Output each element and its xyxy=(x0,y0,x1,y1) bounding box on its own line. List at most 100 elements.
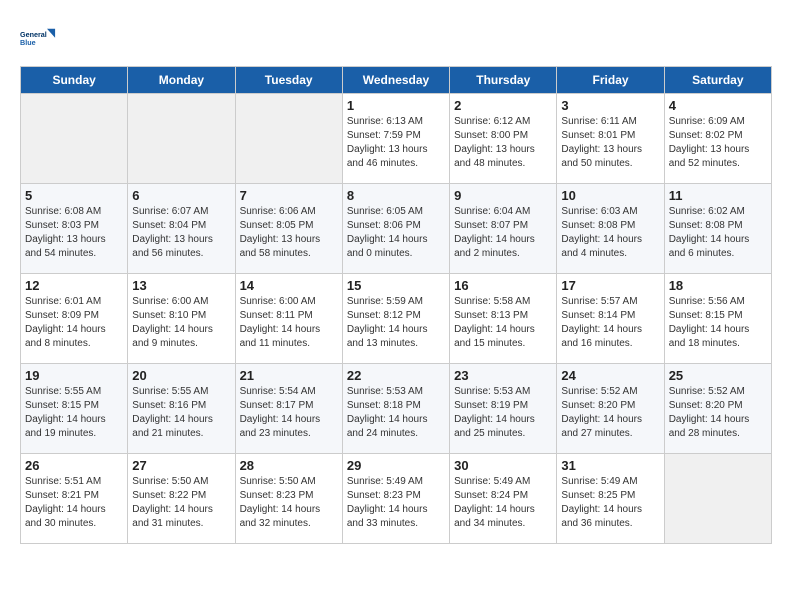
day-number: 13 xyxy=(132,278,230,293)
day-cell xyxy=(664,454,771,544)
day-cell: 19 Sunrise: 5:55 AM Sunset: 8:15 PM Dayli… xyxy=(21,364,128,454)
calendar-body: 1 Sunrise: 6:13 AM Sunset: 7:59 PM Daylig… xyxy=(21,94,772,544)
day-info: Sunrise: 6:09 AM Sunset: 8:02 PM Dayligh… xyxy=(669,115,767,171)
header-cell-friday: Friday xyxy=(557,67,664,94)
day-number: 19 xyxy=(25,368,123,383)
day-cell: 2 Sunrise: 6:12 AM Sunset: 8:00 PM Daylig… xyxy=(450,94,557,184)
day-info: Sunrise: 5:58 AM Sunset: 8:13 PM Dayligh… xyxy=(454,295,552,351)
day-cell: 13 Sunrise: 6:00 AM Sunset: 8:10 PM Dayli… xyxy=(128,274,235,364)
header-cell-wednesday: Wednesday xyxy=(342,67,449,94)
day-info: Sunrise: 5:55 AM Sunset: 8:15 PM Dayligh… xyxy=(25,385,123,441)
day-number: 20 xyxy=(132,368,230,383)
day-cell: 29 Sunrise: 5:49 AM Sunset: 8:23 PM Dayli… xyxy=(342,454,449,544)
day-cell: 16 Sunrise: 5:58 AM Sunset: 8:13 PM Dayli… xyxy=(450,274,557,364)
day-number: 3 xyxy=(561,98,659,113)
day-number: 11 xyxy=(669,188,767,203)
day-cell: 14 Sunrise: 6:00 AM Sunset: 8:11 PM Dayli… xyxy=(235,274,342,364)
day-number: 10 xyxy=(561,188,659,203)
day-cell: 1 Sunrise: 6:13 AM Sunset: 7:59 PM Daylig… xyxy=(342,94,449,184)
week-row-1: 1 Sunrise: 6:13 AM Sunset: 7:59 PM Daylig… xyxy=(21,94,772,184)
day-info: Sunrise: 5:59 AM Sunset: 8:12 PM Dayligh… xyxy=(347,295,445,351)
day-info: Sunrise: 6:07 AM Sunset: 8:04 PM Dayligh… xyxy=(132,205,230,261)
day-number: 4 xyxy=(669,98,767,113)
day-number: 7 xyxy=(240,188,338,203)
day-number: 16 xyxy=(454,278,552,293)
day-number: 28 xyxy=(240,458,338,473)
day-cell: 31 Sunrise: 5:49 AM Sunset: 8:25 PM Dayli… xyxy=(557,454,664,544)
day-cell: 28 Sunrise: 5:50 AM Sunset: 8:23 PM Dayli… xyxy=(235,454,342,544)
logo-icon: GeneralBlue xyxy=(20,20,56,56)
day-number: 30 xyxy=(454,458,552,473)
day-cell: 3Sunrise: 6:11 AM Sunset: 8:01 PM Daylig… xyxy=(557,94,664,184)
svg-text:General: General xyxy=(20,30,47,39)
day-number: 26 xyxy=(25,458,123,473)
day-number: 6 xyxy=(132,188,230,203)
day-info: Sunrise: 6:00 AM Sunset: 8:11 PM Dayligh… xyxy=(240,295,338,351)
day-cell: 7 Sunrise: 6:06 AM Sunset: 8:05 PM Daylig… xyxy=(235,184,342,274)
day-number: 29 xyxy=(347,458,445,473)
week-row-3: 12Sunrise: 6:01 AM Sunset: 8:09 PM Dayli… xyxy=(21,274,772,364)
day-cell: 15Sunrise: 5:59 AM Sunset: 8:12 PM Dayli… xyxy=(342,274,449,364)
day-cell: 23 Sunrise: 5:53 AM Sunset: 8:19 PM Dayli… xyxy=(450,364,557,454)
svg-text:Blue: Blue xyxy=(20,38,36,47)
day-info: Sunrise: 6:12 AM Sunset: 8:00 PM Dayligh… xyxy=(454,115,552,171)
day-number: 23 xyxy=(454,368,552,383)
header-row: SundayMondayTuesdayWednesdayThursdayFrid… xyxy=(21,67,772,94)
day-cell: 4 Sunrise: 6:09 AM Sunset: 8:02 PM Daylig… xyxy=(664,94,771,184)
day-info: Sunrise: 5:54 AM Sunset: 8:17 PM Dayligh… xyxy=(240,385,338,441)
day-cell xyxy=(128,94,235,184)
day-number: 24 xyxy=(561,368,659,383)
day-info: Sunrise: 5:53 AM Sunset: 8:18 PM Dayligh… xyxy=(347,385,445,441)
day-number: 21 xyxy=(240,368,338,383)
page-header: GeneralBlue xyxy=(20,20,772,56)
day-info: Sunrise: 5:52 AM Sunset: 8:20 PM Dayligh… xyxy=(561,385,659,441)
day-info: Sunrise: 6:13 AM Sunset: 7:59 PM Dayligh… xyxy=(347,115,445,171)
week-row-4: 19 Sunrise: 5:55 AM Sunset: 8:15 PM Dayli… xyxy=(21,364,772,454)
day-number: 1 xyxy=(347,98,445,113)
calendar-header: SundayMondayTuesdayWednesdayThursdayFrid… xyxy=(21,67,772,94)
header-cell-saturday: Saturday xyxy=(664,67,771,94)
week-row-5: 26Sunrise: 5:51 AM Sunset: 8:21 PM Dayli… xyxy=(21,454,772,544)
header-cell-sunday: Sunday xyxy=(21,67,128,94)
day-info: Sunrise: 5:49 AM Sunset: 8:25 PM Dayligh… xyxy=(561,475,659,531)
day-info: Sunrise: 5:50 AM Sunset: 8:23 PM Dayligh… xyxy=(240,475,338,531)
day-cell: 21 Sunrise: 5:54 AM Sunset: 8:17 PM Dayli… xyxy=(235,364,342,454)
day-cell: 6 Sunrise: 6:07 AM Sunset: 8:04 PM Daylig… xyxy=(128,184,235,274)
day-cell: 24 Sunrise: 5:52 AM Sunset: 8:20 PM Dayli… xyxy=(557,364,664,454)
day-info: Sunrise: 6:04 AM Sunset: 8:07 PM Dayligh… xyxy=(454,205,552,261)
day-info: Sunrise: 6:06 AM Sunset: 8:05 PM Dayligh… xyxy=(240,205,338,261)
day-number: 14 xyxy=(240,278,338,293)
day-number: 27 xyxy=(132,458,230,473)
day-cell xyxy=(235,94,342,184)
day-info: Sunrise: 5:49 AM Sunset: 8:24 PM Dayligh… xyxy=(454,475,552,531)
day-cell: 26Sunrise: 5:51 AM Sunset: 8:21 PM Dayli… xyxy=(21,454,128,544)
day-number: 22 xyxy=(347,368,445,383)
day-info: Sunrise: 6:00 AM Sunset: 8:10 PM Dayligh… xyxy=(132,295,230,351)
day-number: 17 xyxy=(561,278,659,293)
header-cell-monday: Monday xyxy=(128,67,235,94)
day-cell: 10Sunrise: 6:03 AM Sunset: 8:08 PM Dayli… xyxy=(557,184,664,274)
day-info: Sunrise: 5:52 AM Sunset: 8:20 PM Dayligh… xyxy=(669,385,767,441)
day-number: 8 xyxy=(347,188,445,203)
day-cell: 25 Sunrise: 5:52 AM Sunset: 8:20 PM Dayli… xyxy=(664,364,771,454)
calendar-table: SundayMondayTuesdayWednesdayThursdayFrid… xyxy=(20,66,772,544)
day-cell: 9 Sunrise: 6:04 AM Sunset: 8:07 PM Daylig… xyxy=(450,184,557,274)
day-info: Sunrise: 5:49 AM Sunset: 8:23 PM Dayligh… xyxy=(347,475,445,531)
day-cell xyxy=(21,94,128,184)
day-number: 9 xyxy=(454,188,552,203)
day-info: Sunrise: 5:56 AM Sunset: 8:15 PM Dayligh… xyxy=(669,295,767,351)
day-number: 25 xyxy=(669,368,767,383)
day-info: Sunrise: 5:50 AM Sunset: 8:22 PM Dayligh… xyxy=(132,475,230,531)
day-info: Sunrise: 5:53 AM Sunset: 8:19 PM Dayligh… xyxy=(454,385,552,441)
header-cell-thursday: Thursday xyxy=(450,67,557,94)
day-info: Sunrise: 5:57 AM Sunset: 8:14 PM Dayligh… xyxy=(561,295,659,351)
day-info: Sunrise: 6:08 AM Sunset: 8:03 PM Dayligh… xyxy=(25,205,123,261)
day-number: 31 xyxy=(561,458,659,473)
day-number: 2 xyxy=(454,98,552,113)
day-cell: 27 Sunrise: 5:50 AM Sunset: 8:22 PM Dayli… xyxy=(128,454,235,544)
day-info: Sunrise: 6:05 AM Sunset: 8:06 PM Dayligh… xyxy=(347,205,445,261)
day-info: Sunrise: 6:02 AM Sunset: 8:08 PM Dayligh… xyxy=(669,205,767,261)
day-cell: 20 Sunrise: 5:55 AM Sunset: 8:16 PM Dayli… xyxy=(128,364,235,454)
day-cell: 17 Sunrise: 5:57 AM Sunset: 8:14 PM Dayli… xyxy=(557,274,664,364)
day-info: Sunrise: 5:55 AM Sunset: 8:16 PM Dayligh… xyxy=(132,385,230,441)
